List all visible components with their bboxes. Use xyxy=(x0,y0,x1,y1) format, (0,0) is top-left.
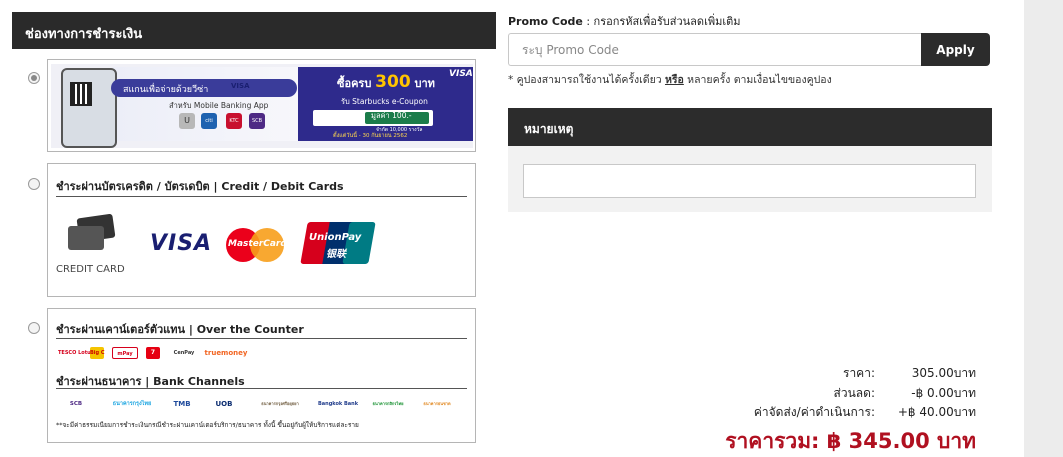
total-price: ราคารวม: ฿ 345.00 บาท xyxy=(725,429,976,453)
divider xyxy=(56,196,467,197)
scb-logo: SCB xyxy=(69,401,83,407)
bigc-logo: Big C xyxy=(90,347,105,359)
cenpay-logo: CenPay xyxy=(173,350,195,356)
remark-input[interactable] xyxy=(523,164,976,198)
promo-code-input[interactable] xyxy=(508,33,922,66)
price-value: 305.00บาท xyxy=(911,366,976,380)
thanachart-logo: ธนาคารธนชาต xyxy=(423,401,451,406)
credit-card-label: CREDIT CARD xyxy=(56,264,125,275)
radio-credit-card[interactable] xyxy=(28,178,40,190)
apply-button[interactable]: Apply xyxy=(921,33,990,66)
shipping-value: +฿ 40.00บาท xyxy=(897,405,976,419)
banner-visa-small: VISA xyxy=(231,82,250,90)
counter-bank-option[interactable]: ชำระผ่านเคาน์เตอร์ตัวแทน | Over the Coun… xyxy=(47,308,476,443)
banner-promo-sub: รับ Starbucks e-Coupon xyxy=(341,97,428,106)
discount-label: ส่วนลด: xyxy=(833,386,875,400)
price-label: ราคา: xyxy=(843,366,875,380)
radio-counter-bank[interactable] xyxy=(28,322,40,334)
seven-eleven-logo: 7 xyxy=(146,347,160,359)
divider xyxy=(56,338,467,339)
radio-qr-payment[interactable] xyxy=(28,72,40,84)
remark-header: หมายเหตุ xyxy=(508,108,992,146)
banner-scan-text: สแกนเพื่อจ่ายด้วยวีซ่า xyxy=(123,85,209,95)
uob-logo: UOB xyxy=(215,400,233,408)
divider xyxy=(56,388,467,389)
truemoney-logo: truemoney xyxy=(204,349,248,357)
qr-code-icon xyxy=(70,82,92,106)
bangkok-bank-logo: Bangkok Bank xyxy=(317,401,359,407)
phone-icon xyxy=(61,68,117,148)
kasikorn-logo: ธนาคารกสิกรไทย xyxy=(372,401,404,406)
qr-payment-option[interactable]: สแกนเพื่อจ่ายด้วยวีซ่า VISA สำหรับ Mobil… xyxy=(47,59,476,152)
credit-card-option[interactable]: ชำระผ่านบัตรเครดิต / บัตรเดบิต | Credit … xyxy=(47,163,476,297)
unionpay-logo: UnionPay 银联 xyxy=(300,222,376,264)
mastercard-logo: MasterCard xyxy=(226,228,287,262)
fee-note: **จะมีค่าธรรมเนียมการชำระเงินกรณีชำระผ่า… xyxy=(56,421,359,429)
remark-section: หมายเหตุ xyxy=(508,108,992,212)
counter-title: ชำระผ่านเคาน์เตอร์ตัวแทน | Over the Coun… xyxy=(56,323,304,336)
banner-visa-logo: VISA xyxy=(449,69,473,79)
promo-note: * คูปองสามารถใช้งานได้ครั้งเดียว หรือ หล… xyxy=(508,74,832,86)
bank-logo-ktc: KTC xyxy=(226,113,242,129)
bank-logo-citi: citi xyxy=(201,113,217,129)
krungthai-logo: ธนาคารกรุงไทย xyxy=(112,401,152,407)
discount-value: -฿ 0.00บาท xyxy=(911,386,976,400)
payment-header: ช่องทางการชำระเงิน xyxy=(12,12,496,49)
checkout-page: ช่องทางการชำระเงิน สแกนเพื่อจ่ายด้วยวีซ่… xyxy=(0,0,1063,457)
credit-card-icon-front xyxy=(68,226,104,250)
promo-label: Promo Code : กรอกรหัสเพื่อรับส่วนลดเพิ่ม… xyxy=(508,15,741,28)
coupon-graphic: มูลค่า 100.- xyxy=(313,110,433,126)
visa-logo: VISA xyxy=(150,231,213,256)
qr-promo-banner: สแกนเพื่อจ่ายด้วยวีซ่า VISA สำหรับ Mobil… xyxy=(51,64,473,148)
shipping-label: ค่าจัดส่ง/ค่าดำเนินการ: xyxy=(753,405,875,419)
banner-period: ตั้งแต่วันนี้ - 30 กันยายน 2562 xyxy=(333,133,408,139)
bank-logo-u: U xyxy=(179,113,195,129)
right-gutter xyxy=(1024,0,1063,457)
tmb-logo: TMB xyxy=(173,400,191,408)
banner-for-app: สำหรับ Mobile Banking App xyxy=(169,101,269,110)
banner-promo-head: ซื้อครบ 300 บาท xyxy=(337,72,435,92)
mpay-logo: mPay xyxy=(112,347,138,359)
bank-logo-scb: SCB xyxy=(249,113,265,129)
krungsri-logo: ธนาคารกรุงศรีอยุธยา xyxy=(261,401,299,406)
tesco-lotus-logo: TESCO Lotus xyxy=(58,350,94,356)
credit-card-title: ชำระผ่านบัตรเครดิต / บัตรเดบิต | Credit … xyxy=(56,180,344,193)
coupon-value: มูลค่า 100.- xyxy=(371,111,412,120)
